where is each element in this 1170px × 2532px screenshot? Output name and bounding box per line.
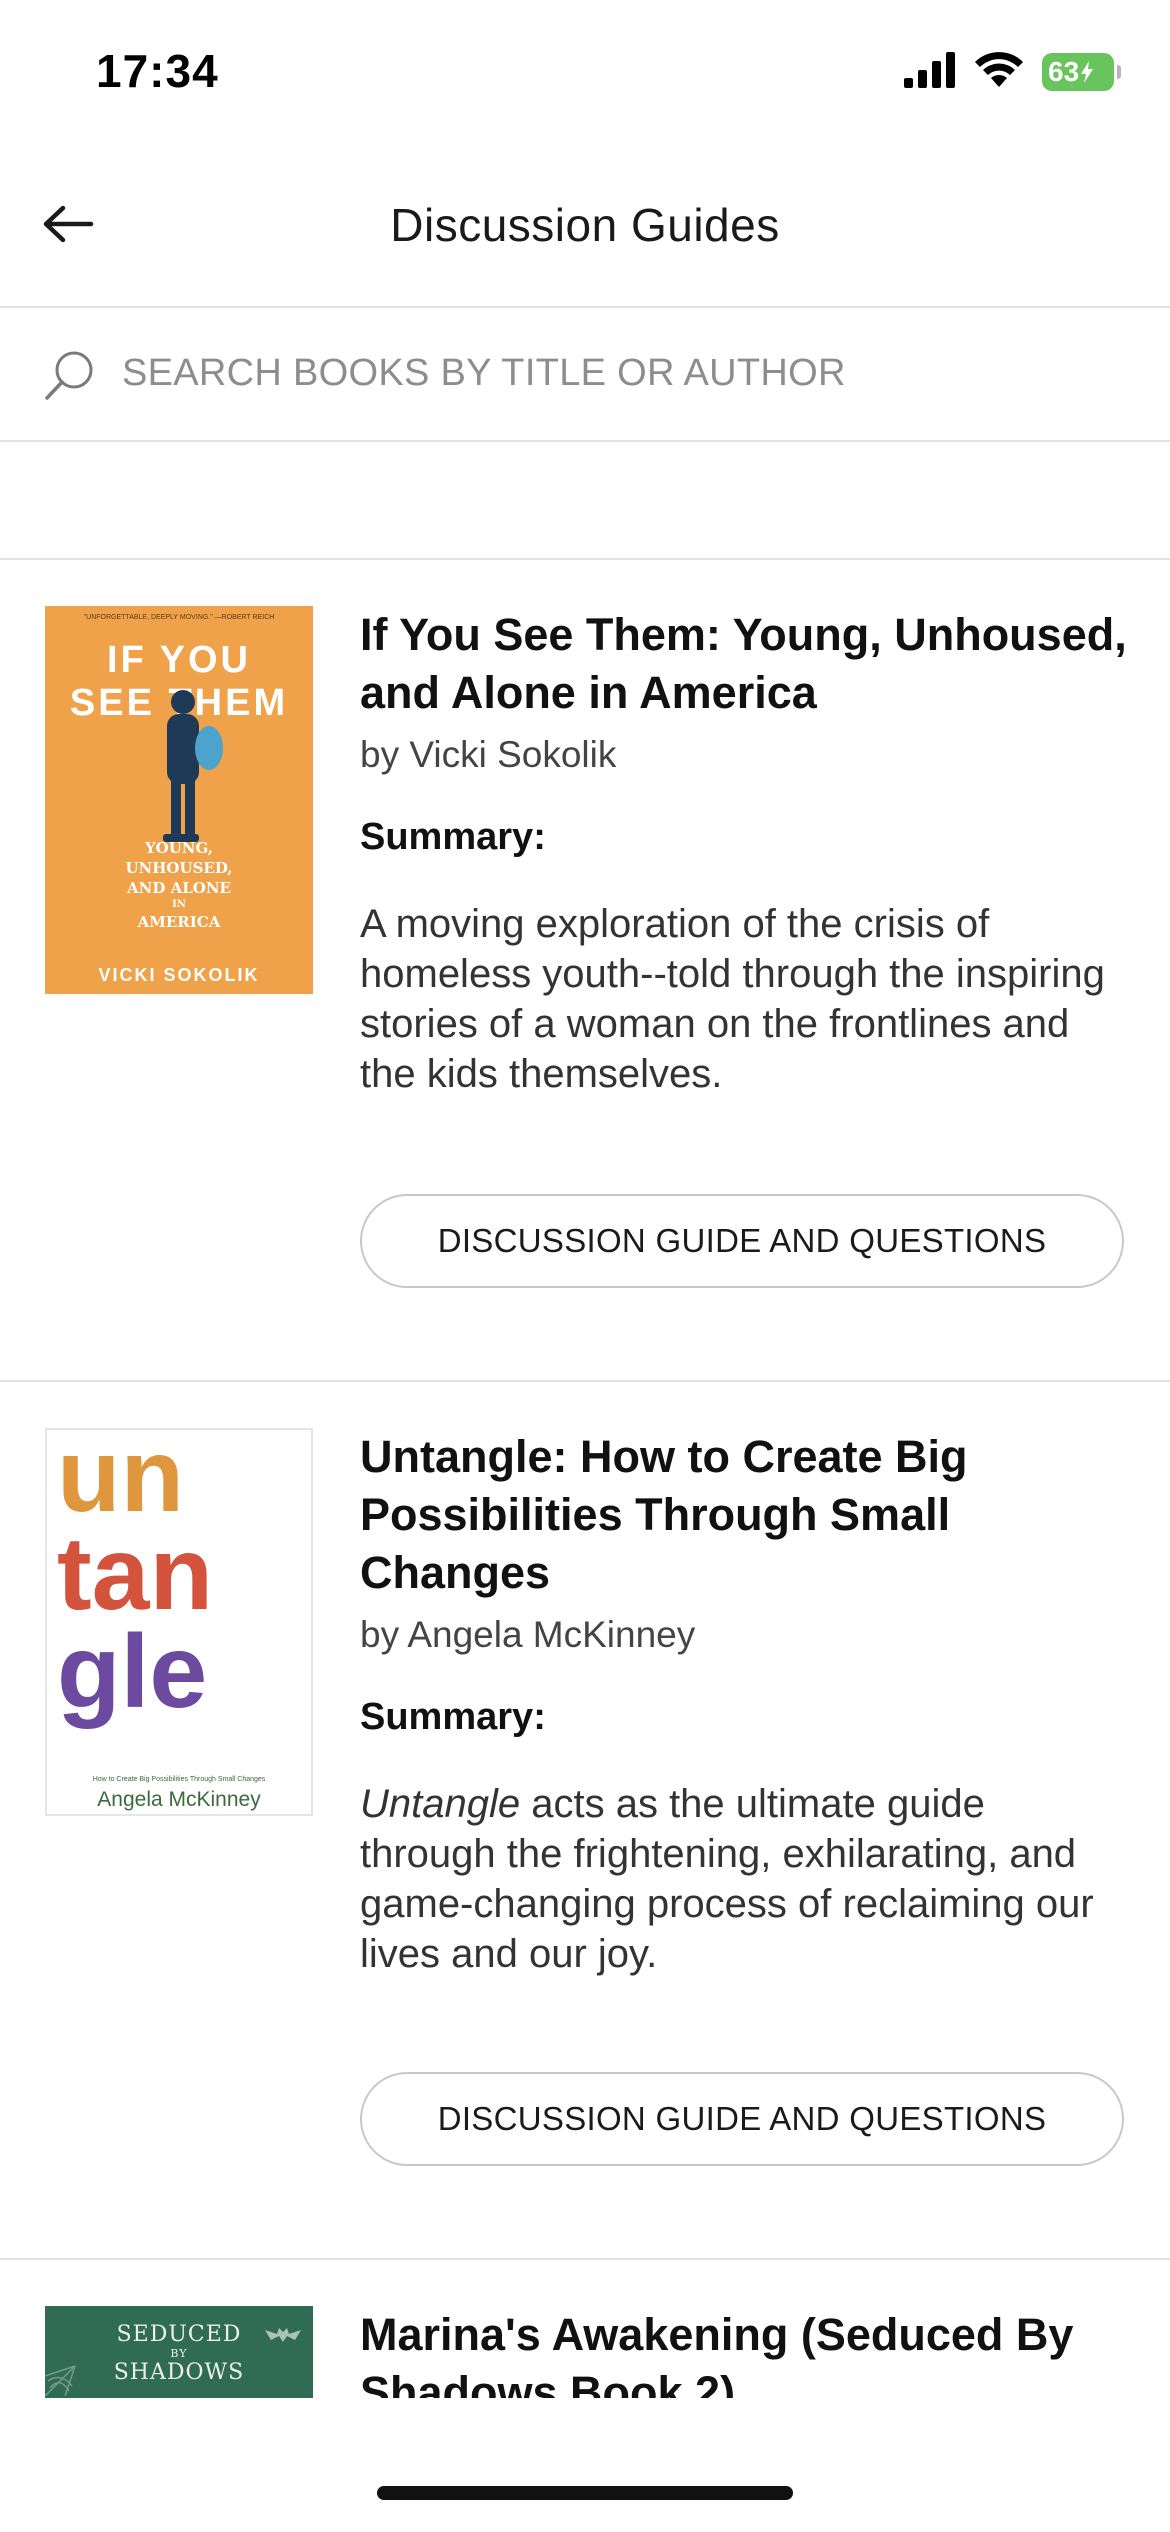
home-indicator[interactable]: [377, 2486, 793, 2500]
cover-word-un: un: [57, 1428, 185, 1534]
cover-word-tan: tan: [57, 1516, 213, 1632]
bat-icon: [265, 2328, 301, 2342]
summary-text: A moving exploration of the crisis of ho…: [360, 902, 1105, 1096]
book-title[interactable]: Untangle: How to Create Big Possibilitie…: [360, 1428, 1130, 1602]
book-item: "UNFORGETTABLE, DEEPLY MOVING." —ROBERT …: [0, 560, 1170, 1382]
cover-author: VICKI SOKOLIK: [98, 965, 260, 985]
status-bar: 17:34 63: [0, 0, 1170, 150]
page-title: Discussion Guides: [390, 199, 780, 251]
book-info: If You See Them: Young, Unhoused, and Al…: [360, 606, 1130, 1099]
search-icon: [45, 351, 93, 400]
cover-tagline: How to Create Big Possibilities Through …: [92, 1776, 266, 1783]
summary-text: Untangle acts as the ultimate guide thro…: [360, 1779, 1130, 1979]
discussion-guide-button[interactable]: DISCUSSION GUIDE AND QUESTIONS: [360, 2072, 1124, 2166]
cover-tagline: "UNFORGETTABLE, DEEPLY MOVING." —ROBERT …: [83, 614, 275, 621]
book-author: by Angela McKinney: [360, 1614, 696, 1655]
book-info: Untangle: How to Create Big Possibilitie…: [360, 1428, 1130, 1979]
summary-emphasis: Untangle: [360, 1782, 521, 1826]
book-item: SEDUCED BY SHADOWS Marina's Awakening (S…: [0, 2260, 1170, 2400]
battery-charging-icon: 63: [1042, 53, 1121, 91]
silhouette-figure-icon: [163, 690, 223, 842]
cover-subtitle: YOUNG, UNHOUSED, AND ALONE IN AMERICA: [125, 839, 233, 931]
cover-word-gle: gle: [57, 1614, 208, 1730]
discussion-guide-button[interactable]: DISCUSSION GUIDE AND QUESTIONS: [360, 1194, 1124, 1288]
signal-icon: [904, 51, 956, 93]
cover-author: Angela McKinney: [97, 1788, 261, 1811]
book-title[interactable]: Marina's Awakening (Seduced By Shadows B…: [360, 2306, 1130, 2398]
wifi-icon: [974, 51, 1024, 94]
book-author: by Vicki Sokolik: [360, 734, 617, 775]
book-cover-image[interactable]: SEDUCED BY SHADOWS: [45, 2306, 313, 2398]
summary-label: Summary:: [360, 1696, 546, 1738]
book-title[interactable]: If You See Them: Young, Unhoused, and Al…: [360, 606, 1130, 722]
status-time: 17:34: [96, 45, 219, 97]
book-cover-image[interactable]: un tan gle How to Create Big Possibiliti…: [45, 1428, 313, 1816]
status-icons: 63: [904, 50, 1121, 94]
cover-title-line1: IF YOU: [107, 639, 251, 681]
book-info: Marina's Awakening (Seduced By Shadows B…: [360, 2306, 1130, 2398]
book-item: un tan gle How to Create Big Possibiliti…: [0, 1382, 1170, 2260]
nav-header: Discussion Guides: [0, 150, 1170, 308]
battery-level: 63: [1048, 56, 1080, 87]
summary-label: Summary:: [360, 816, 546, 858]
search-bar: [0, 308, 1170, 442]
search-input[interactable]: [122, 338, 1122, 408]
book-cover-image[interactable]: "UNFORGETTABLE, DEEPLY MOVING." —ROBERT …: [45, 606, 313, 994]
book-list: "UNFORGETTABLE, DEEPLY MOVING." —ROBERT …: [0, 560, 1170, 2400]
spiderweb-icon: [45, 2365, 76, 2396]
